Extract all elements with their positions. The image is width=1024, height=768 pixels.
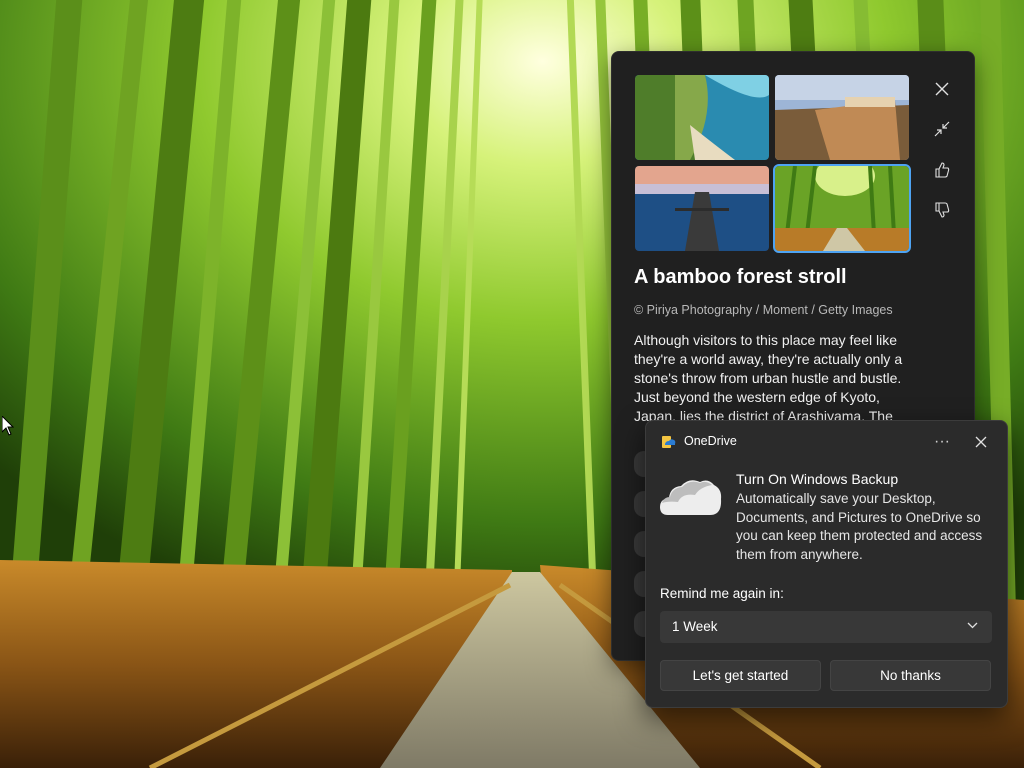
more-options-button[interactable]: ··· xyxy=(928,429,956,455)
minimize-icon xyxy=(934,121,950,137)
spotlight-title: A bamboo forest stroll xyxy=(634,266,847,288)
thumbnail-bamboo-forest[interactable] xyxy=(773,164,911,253)
spotlight-description: Although visitors to this place may feel… xyxy=(634,332,903,424)
onedrive-app-icon xyxy=(662,436,676,448)
no-thanks-button[interactable]: No thanks xyxy=(830,660,991,691)
toast-app-name: OneDrive xyxy=(684,434,737,448)
close-button[interactable] xyxy=(928,75,956,103)
dislike-icon xyxy=(935,202,950,218)
toast-close-button[interactable] xyxy=(967,429,995,455)
thumbnail-pier-sunset[interactable] xyxy=(635,166,769,251)
like-icon xyxy=(935,162,950,178)
get-started-button[interactable]: Let's get started xyxy=(660,660,821,691)
close-icon xyxy=(935,82,949,96)
remind-label: Remind me again in: xyxy=(660,586,784,601)
close-icon xyxy=(975,436,987,448)
like-button[interactable] xyxy=(928,156,956,184)
remind-interval-select[interactable]: 1 Week xyxy=(660,611,992,643)
dislike-button[interactable] xyxy=(928,196,956,224)
onedrive-notification: OneDrive ··· Turn On Windows Backup Auto… xyxy=(645,420,1008,708)
toast-heading: Turn On Windows Backup xyxy=(736,471,899,487)
minimize-button[interactable] xyxy=(928,115,956,143)
mouse-cursor-icon xyxy=(2,416,14,436)
thumbnail-cliff-town[interactable] xyxy=(775,75,909,160)
chevron-down-icon xyxy=(967,622,978,629)
toast-body: Automatically save your Desktop, Documen… xyxy=(736,491,983,562)
onedrive-cloud-icon xyxy=(660,480,722,515)
thumbnail-coastal-cliff[interactable] xyxy=(635,75,769,160)
photo-credit: © Piriya Photography / Moment / Getty Im… xyxy=(634,303,893,317)
more-icon: ··· xyxy=(934,433,950,450)
remind-interval-value: 1 Week xyxy=(672,619,718,634)
